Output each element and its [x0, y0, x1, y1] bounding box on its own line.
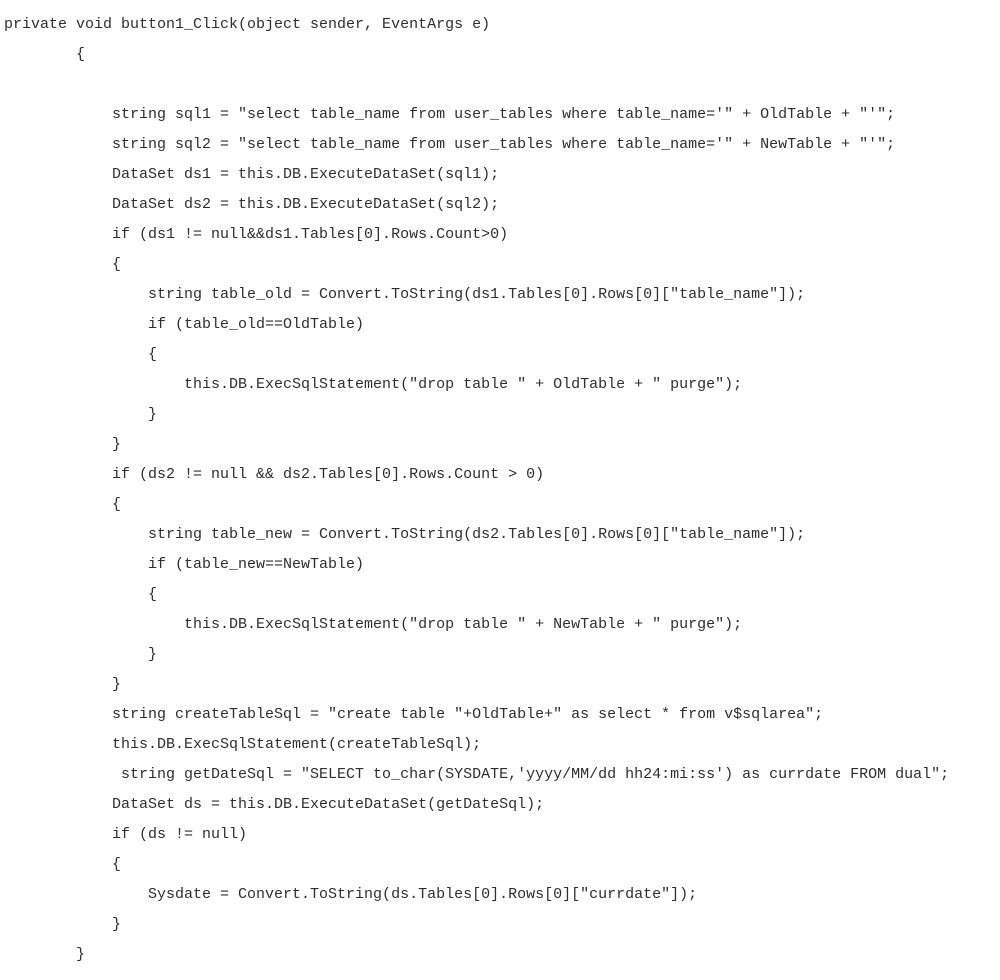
code-block: private void button1_Click(object sender…	[0, 0, 1000, 980]
